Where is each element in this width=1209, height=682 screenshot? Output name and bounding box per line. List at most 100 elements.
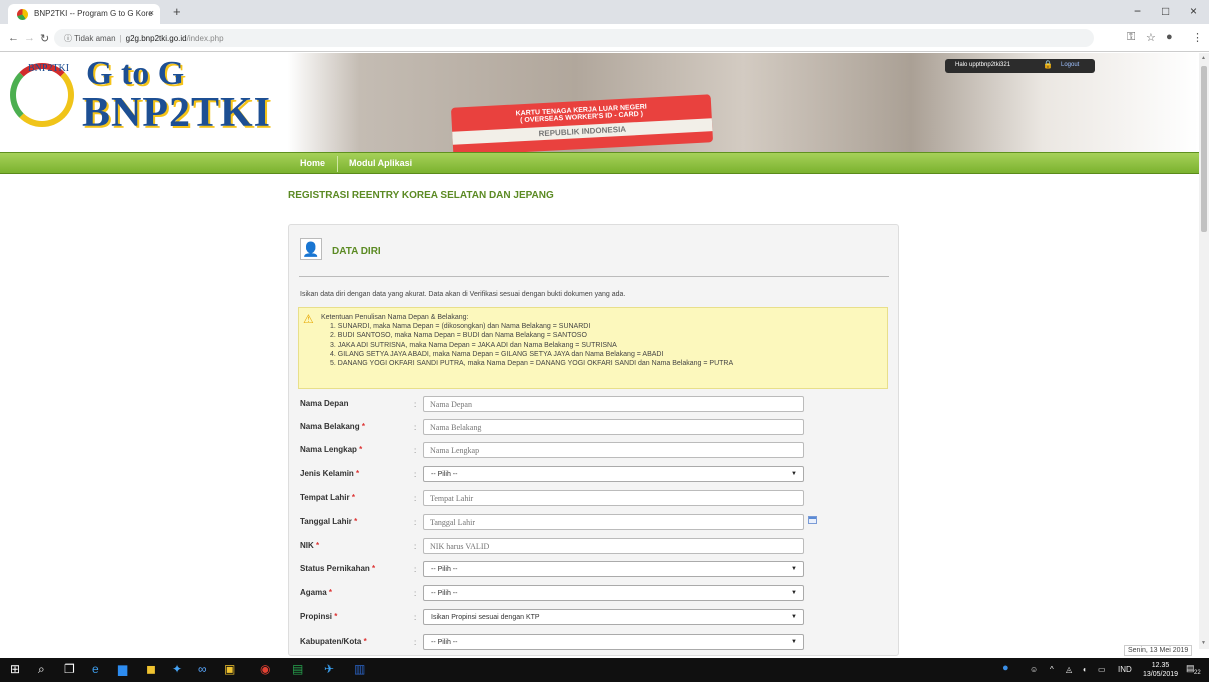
clock-date: 13/05/2019 <box>1143 671 1179 678</box>
profile-icon[interactable]: ● <box>1166 31 1173 43</box>
field-label: Kabupaten/Kota * <box>300 637 367 646</box>
propinsi-select[interactable]: Isikan Propinsi sesuai dengan KTP ▼ <box>423 609 804 625</box>
form-row-tanggal-lahir: Tanggal Lahir * : <box>300 514 880 532</box>
app-icon[interactable]: ▣ <box>224 662 235 676</box>
address-bar[interactable]: ⓘ Tidak aman | g2g.bnp2tki.go.id/index.php <box>54 29 1094 47</box>
id-card-image: KARTU TENAGA KERJA LUAR NEGERI ( OVERSEA… <box>450 94 714 152</box>
page-title: REGISTRASI REENTRY KOREA SELATAN DAN JEP… <box>288 190 554 201</box>
jenis-kelamin-select[interactable]: -- Pilih -- ▼ <box>423 466 804 482</box>
edge-icon[interactable]: e <box>92 662 99 676</box>
tray-app-icon[interactable]: ● <box>1002 662 1009 674</box>
name-rules-note: ⚠ Ketentuan Penulisan Nama Depan & Belak… <box>298 307 888 389</box>
back-icon[interactable]: ← <box>8 32 19 44</box>
excel-icon[interactable]: ▤ <box>292 662 303 676</box>
search-icon[interactable]: ⌕ <box>38 662 45 677</box>
form-row-agama: Agama * : -- Pilih -- ▼ <box>300 585 880 603</box>
note-rule: 5. DANANG YOGI OKFARI SANDI PUTRA, maka … <box>330 360 734 368</box>
form-row-tempat-lahir: Tempat Lahir * : <box>300 490 880 508</box>
agama-select[interactable]: -- Pilih -- ▼ <box>423 585 804 601</box>
language-indicator[interactable]: IND <box>1118 665 1132 674</box>
dropbox-icon[interactable]: ✦ <box>172 662 182 676</box>
maximize-button[interactable]: □ <box>1162 4 1169 18</box>
field-colon: : <box>414 423 417 432</box>
menu-item-home[interactable]: Home <box>300 158 325 168</box>
dropdown-arrow-icon: ▼ <box>791 614 797 620</box>
note-rule: 3. JAKA ADI SUTRISNA, maka Nama Depan = … <box>330 341 617 349</box>
forward-icon[interactable]: → <box>24 32 35 44</box>
infinity-icon[interactable]: ∞ <box>198 662 207 676</box>
nik-input[interactable] <box>423 538 804 554</box>
volume-icon[interactable]: ◖ <box>1082 665 1087 674</box>
bird-app-icon[interactable]: ✈ <box>324 662 334 676</box>
required-mark: * <box>356 469 360 478</box>
scroll-down-icon[interactable]: ▼ <box>1201 640 1206 646</box>
new-tab-button[interactable]: + <box>173 4 181 19</box>
taskbar-clock[interactable]: 12.35 13/05/2019 <box>1143 661 1178 679</box>
tempat-lahir-input[interactable] <box>423 490 804 506</box>
nama-belakang-input[interactable] <box>423 419 804 435</box>
form-row-nama-lengkap: Nama Lengkap * : <box>300 442 880 460</box>
page-scrollbar[interactable]: ▲ ▼ <box>1199 53 1209 649</box>
chevron-up-icon[interactable]: ^ <box>1050 665 1054 674</box>
form-row-nama-depan: Nama Depan : <box>300 396 880 414</box>
brand-subtitle[interactable]: BNP2TKI <box>82 89 271 137</box>
logout-link[interactable]: Logout <box>1061 62 1079 68</box>
tab-close-button[interactable]: × <box>149 8 154 18</box>
form-row-nama-belakang: Nama Belakang * : <box>300 419 880 437</box>
menu-item-modul-aplikasi[interactable]: Modul Aplikasi <box>349 158 412 168</box>
field-label: Nama Belakang * <box>300 422 365 431</box>
required-mark: * <box>316 541 320 550</box>
reload-icon[interactable]: ↻ <box>40 32 49 45</box>
required-mark: * <box>372 564 376 573</box>
panel-title: DATA DIRI <box>332 246 381 257</box>
people-icon[interactable]: ☺ <box>1030 665 1038 674</box>
url-host: g2g.bnp2tki.go.id <box>125 34 187 43</box>
form-row-propinsi: Propinsi * : Isikan Propinsi sesuai deng… <box>300 609 880 627</box>
field-colon: : <box>414 494 417 503</box>
field-label: Nama Depan <box>300 399 349 408</box>
field-label: Tempat Lahir * <box>300 493 355 502</box>
nama-depan-input[interactable] <box>423 396 804 412</box>
security-label: Tidak aman <box>74 34 116 43</box>
tanggal-lahir-input[interactable] <box>423 514 804 530</box>
data-diri-panel: 👤 DATA DIRI Isikan data diri dengan data… <box>288 224 899 656</box>
field-colon: : <box>414 542 417 551</box>
menu-icon[interactable]: ⋮ <box>1192 31 1203 44</box>
windows-taskbar: ⊞ ⌕ ❐ e ▆ ◼ ✦ ∞ ▣ ◉ ▤ ✈ ▥ ● ☺ ^ ◬ ◖ ▭ IN… <box>0 658 1209 682</box>
field-colon: : <box>414 638 417 647</box>
close-window-button[interactable]: × <box>1190 4 1197 18</box>
store-icon[interactable]: ◼ <box>146 662 156 676</box>
minimize-button[interactable]: − <box>1134 4 1141 18</box>
chrome-icon[interactable]: ◉ <box>260 662 270 676</box>
clock-time: 12.35 <box>1151 662 1170 669</box>
key-icon[interactable]: ⚿ <box>1127 31 1135 44</box>
field-label: Propinsi * <box>300 612 338 621</box>
windows-start-icon[interactable]: ⊞ <box>10 662 20 676</box>
kabupaten-kota-select[interactable]: -- Pilih -- ▼ <box>423 634 804 650</box>
nama-lengkap-input[interactable] <box>423 442 804 458</box>
field-label: Tanggal Lahir * <box>300 517 358 526</box>
network-icon[interactable]: ◬ <box>1066 665 1072 674</box>
scroll-up-icon[interactable]: ▲ <box>1201 55 1206 61</box>
dropdown-arrow-icon: ▼ <box>791 471 797 477</box>
keyboard-icon[interactable]: ▭ <box>1098 665 1106 674</box>
user-greeting: Halo upptbnp2tki321 <box>955 62 1011 68</box>
calendar-icon[interactable] <box>808 516 817 524</box>
browser-tab[interactable]: BNP2TKI -- Program G to G Kore × <box>8 4 160 24</box>
date-tooltip: Senin, 13 Mei 2019 <box>1124 645 1193 656</box>
dropdown-arrow-icon: ▼ <box>791 566 797 572</box>
url-path: /index.php <box>186 34 224 43</box>
info-icon[interactable]: ⓘ <box>64 34 72 43</box>
star-icon[interactable]: ☆ <box>1146 31 1156 44</box>
required-mark: * <box>363 637 367 646</box>
brand-title[interactable]: G to G <box>86 55 184 93</box>
file-explorer-icon[interactable]: ▆ <box>118 662 127 676</box>
notification-count: 22 <box>1194 670 1201 676</box>
status-pernikahan-select[interactable]: -- Pilih -- ▼ <box>423 561 804 577</box>
note-rule: 1. SUNARDI, maka Nama Depan = (dikosongk… <box>330 323 591 331</box>
word-icon[interactable]: ▥ <box>354 662 365 676</box>
field-colon: : <box>414 518 417 527</box>
scrollbar-thumb[interactable] <box>1201 66 1207 232</box>
task-view-icon[interactable]: ❐ <box>64 662 75 676</box>
form-row-kabupaten-kota: Kabupaten/Kota * : -- Pilih -- ▼ <box>300 634 880 652</box>
